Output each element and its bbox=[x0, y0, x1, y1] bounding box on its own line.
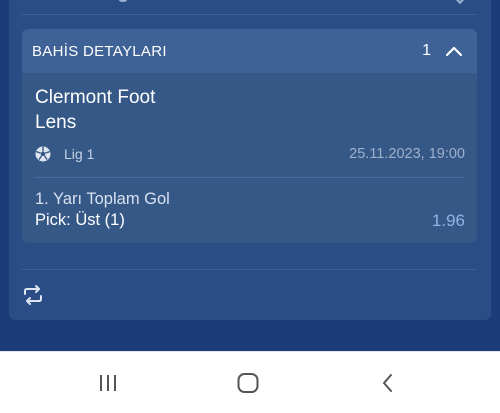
match-datetime: 25.11.2023, 19:00 bbox=[349, 146, 465, 162]
chevron-up-icon[interactable] bbox=[445, 42, 463, 60]
recents-icon[interactable] bbox=[93, 368, 123, 398]
home-icon[interactable] bbox=[233, 368, 263, 398]
repeat-icon[interactable] bbox=[22, 284, 44, 306]
league-row: Lig 1 25.11.2023, 19:00 bbox=[35, 144, 465, 164]
back-icon[interactable] bbox=[373, 368, 403, 398]
market-name: 1. Yarı Toplam Gol bbox=[35, 190, 170, 208]
home-team: Clermont Foot bbox=[35, 87, 156, 108]
soccer-ball-icon bbox=[35, 146, 51, 162]
bet-slip-screen: BAHİS DETAYLARI 1 Clermont Foot Lens Lig… bbox=[0, 0, 500, 351]
away-team: Lens bbox=[35, 112, 77, 133]
divider bbox=[22, 14, 477, 15]
bet-details-title: BAHİS DETAYLARI bbox=[32, 42, 167, 60]
system-navigation-bar bbox=[0, 351, 500, 413]
pick-label: Pick: Üst (1) bbox=[35, 211, 125, 229]
bet-details-count: 1 bbox=[422, 42, 431, 59]
league-name: Lig 1 bbox=[64, 146, 95, 162]
bet-details-header[interactable]: BAHİS DETAYLARI 1 bbox=[22, 29, 477, 73]
divider bbox=[35, 177, 465, 178]
odds-value: 1.96 bbox=[431, 211, 465, 230]
bet-details-card: BAHİS DETAYLARI 1 Clermont Foot Lens Lig… bbox=[22, 29, 477, 243]
divider bbox=[22, 269, 477, 270]
